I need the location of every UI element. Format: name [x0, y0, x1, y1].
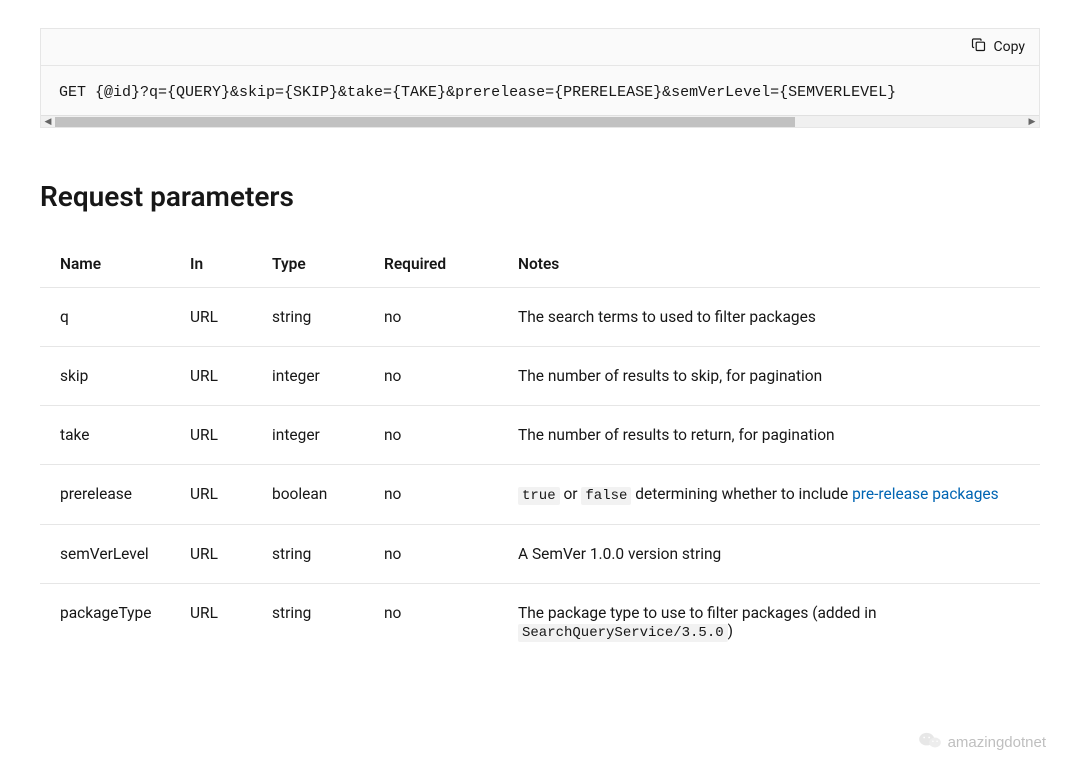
table-row: q URL string no The search terms to used…: [40, 288, 1040, 347]
cell-required: no: [384, 406, 518, 465]
header-in: In: [190, 241, 272, 288]
cell-type: string: [272, 288, 384, 347]
notes-text: or: [560, 485, 582, 503]
header-required: Required: [384, 241, 518, 288]
section-heading: Request parameters: [40, 180, 1040, 213]
cell-type: boolean: [272, 465, 384, 525]
parameters-table: Name In Type Required Notes q URL string…: [40, 241, 1040, 661]
cell-in: URL: [190, 288, 272, 347]
copy-icon: [971, 37, 987, 57]
copy-button[interactable]: Copy: [957, 29, 1039, 65]
cell-notes: true or false determining whether to inc…: [518, 465, 1040, 525]
cell-in: URL: [190, 584, 272, 662]
table-row: take URL integer no The number of result…: [40, 406, 1040, 465]
cell-name: semVerLevel: [40, 525, 190, 584]
cell-type: integer: [272, 406, 384, 465]
cell-name: prerelease: [40, 465, 190, 525]
code-block: Copy GET {@id}?q={QUERY}&skip={SKIP}&tak…: [40, 28, 1040, 128]
table-row: prerelease URL boolean no true or false …: [40, 465, 1040, 525]
notes-text: ): [728, 622, 733, 640]
table-row: packageType URL string no The package ty…: [40, 584, 1040, 662]
header-notes: Notes: [518, 241, 1040, 288]
table-row: skip URL integer no The number of result…: [40, 347, 1040, 406]
cell-notes: The number of results to skip, for pagin…: [518, 347, 1040, 406]
cell-in: URL: [190, 347, 272, 406]
scroll-arrow-right-icon[interactable]: ▶: [1025, 116, 1039, 128]
scroll-thumb[interactable]: [55, 117, 795, 127]
cell-notes: The package type to use to filter packag…: [518, 584, 1040, 662]
cell-in: URL: [190, 465, 272, 525]
scroll-arrow-left-icon[interactable]: ◀: [41, 116, 55, 128]
header-type: Type: [272, 241, 384, 288]
cell-name: q: [40, 288, 190, 347]
table-row: semVerLevel URL string no A SemVer 1.0.0…: [40, 525, 1040, 584]
copy-button-label: Copy: [993, 39, 1025, 55]
header-name: Name: [40, 241, 190, 288]
cell-required: no: [384, 584, 518, 662]
cell-type: integer: [272, 347, 384, 406]
watermark-text: amazingdotnet: [948, 734, 1046, 751]
cell-name: take: [40, 406, 190, 465]
cell-name: packageType: [40, 584, 190, 662]
cell-type: string: [272, 525, 384, 584]
cell-in: URL: [190, 406, 272, 465]
inline-code: false: [581, 487, 631, 505]
table-header-row: Name In Type Required Notes: [40, 241, 1040, 288]
horizontal-scrollbar[interactable]: ◀ ▶: [41, 115, 1039, 127]
code-block-header: Copy: [41, 29, 1039, 66]
inline-code: SearchQueryService/3.5.0: [518, 624, 728, 642]
code-text: GET {@id}?q={QUERY}&skip={SKIP}&take={TA…: [59, 84, 1021, 101]
cell-required: no: [384, 288, 518, 347]
cell-in: URL: [190, 525, 272, 584]
cell-required: no: [384, 347, 518, 406]
cell-notes: The number of results to return, for pag…: [518, 406, 1040, 465]
pre-release-packages-link[interactable]: pre-release packages: [852, 485, 999, 503]
inline-code: true: [518, 487, 560, 505]
cell-required: no: [384, 465, 518, 525]
cell-type: string: [272, 584, 384, 662]
cell-name: skip: [40, 347, 190, 406]
notes-text: determining whether to include: [631, 485, 852, 503]
cell-notes: The search terms to used to filter packa…: [518, 288, 1040, 347]
wechat-icon: [918, 730, 942, 754]
cell-notes: A SemVer 1.0.0 version string: [518, 525, 1040, 584]
notes-text: The package type to use to filter packag…: [518, 604, 877, 622]
cell-required: no: [384, 525, 518, 584]
watermark: amazingdotnet: [918, 730, 1046, 754]
code-content[interactable]: GET {@id}?q={QUERY}&skip={SKIP}&take={TA…: [41, 66, 1039, 115]
